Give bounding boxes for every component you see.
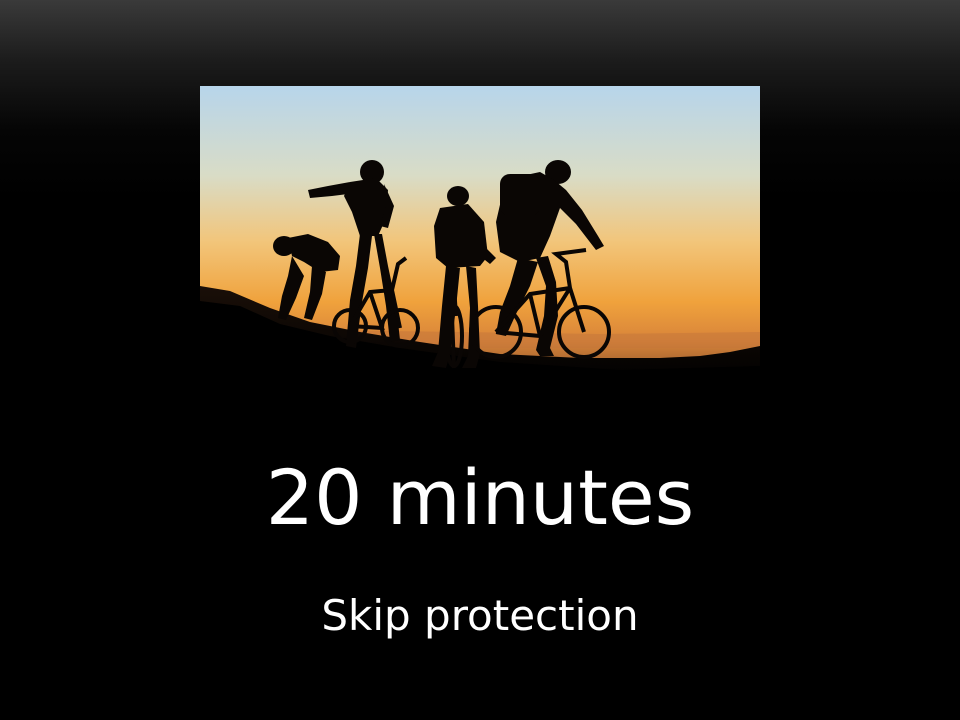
cyclists-sunset-photo xyxy=(200,86,760,386)
slide: 20 minutes Skip protection xyxy=(0,0,960,720)
slide-subtitle: Skip protection xyxy=(321,591,639,640)
cyclists-silhouette-image xyxy=(200,86,760,386)
slide-title: 20 minutes xyxy=(265,453,695,542)
